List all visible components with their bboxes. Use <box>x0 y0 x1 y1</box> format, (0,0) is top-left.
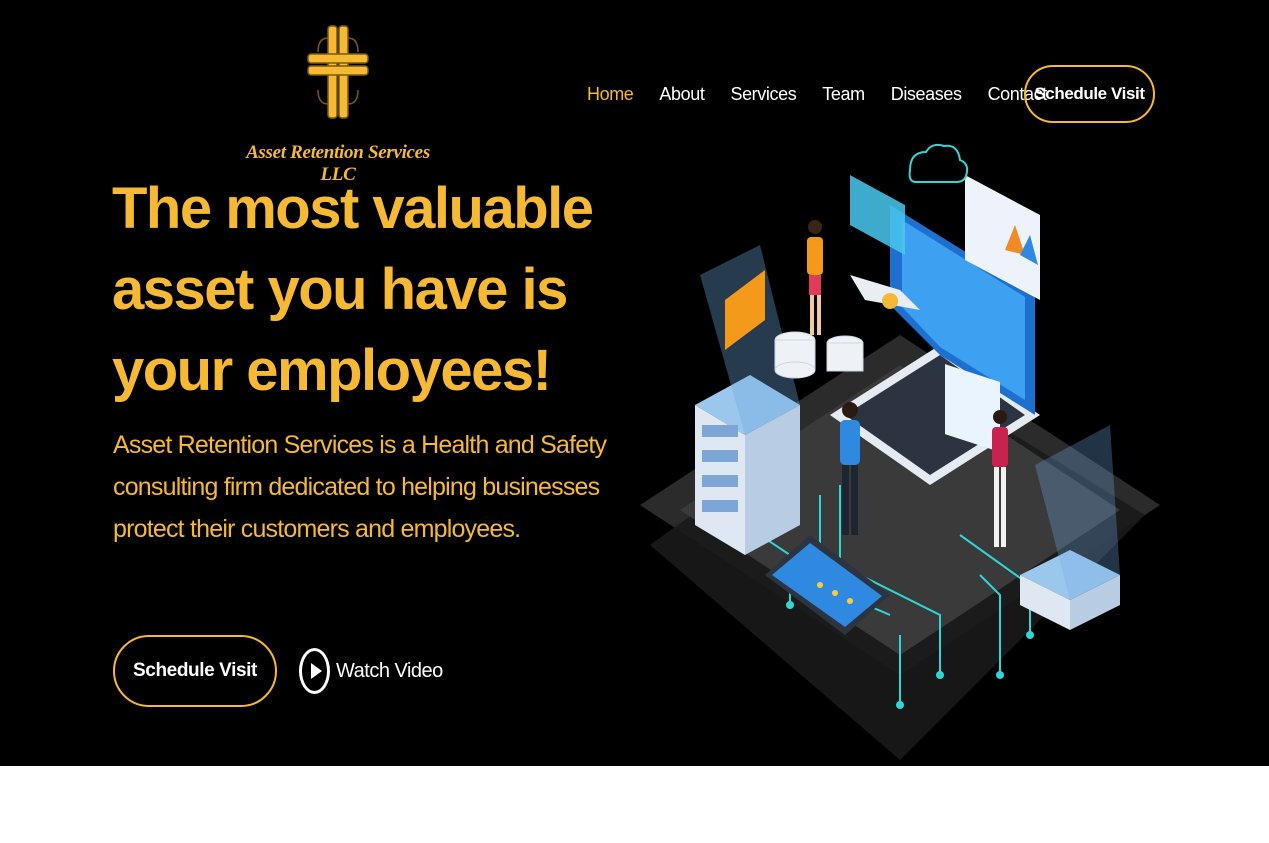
watch-video-label: Watch Video <box>336 659 443 682</box>
nav-services[interactable]: Services <box>730 84 796 105</box>
nav-diseases[interactable]: Diseases <box>891 84 962 105</box>
brand-logo[interactable]: Asset Retention Services LLC <box>228 20 448 185</box>
nav-home[interactable]: Home <box>587 84 634 105</box>
play-icon <box>299 648 330 694</box>
it-network-illustration <box>640 143 1160 760</box>
nav-team[interactable]: Team <box>822 84 865 105</box>
schedule-visit-button[interactable]: Schedule Visit <box>113 635 277 707</box>
hero-subtext: Asset Retention Services is a Health and… <box>113 431 607 543</box>
watch-video-button[interactable]: Watch Video <box>299 648 443 694</box>
nav-about[interactable]: About <box>659 84 704 105</box>
hero-section: Asset Retention Services LLC Home About … <box>0 0 1269 766</box>
hero-headline: The most valuable asset you have is your… <box>112 176 594 403</box>
cross-logo-icon <box>307 25 369 119</box>
